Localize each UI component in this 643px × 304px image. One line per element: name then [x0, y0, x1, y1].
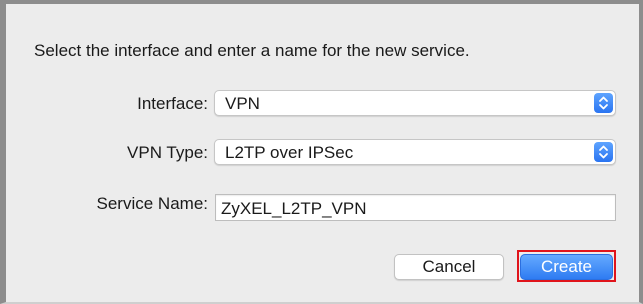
- vpn-type-label: VPN Type:: [127, 143, 208, 162]
- up-down-chevron-icon[interactable]: [594, 142, 613, 162]
- interface-label: Interface:: [137, 94, 208, 113]
- create-button[interactable]: Create: [520, 254, 613, 280]
- service-name-value: ZyXEL_L2TP_VPN: [221, 199, 367, 218]
- interface-value: VPN: [225, 94, 260, 113]
- cancel-button[interactable]: Cancel: [394, 254, 504, 280]
- up-down-chevron-icon[interactable]: [594, 93, 613, 113]
- service-name-label: Service Name:: [96, 194, 208, 213]
- interface-popup[interactable]: VPN: [214, 90, 616, 116]
- new-service-dialog: Select the interface and enter a name fo…: [0, 0, 643, 304]
- vpn-type-popup[interactable]: L2TP over IPSec: [214, 139, 616, 165]
- vpn-type-value: L2TP over IPSec: [225, 143, 354, 162]
- dialog-prompt: Select the interface and enter a name fo…: [34, 41, 470, 60]
- service-name-field[interactable]: ZyXEL_L2TP_VPN: [215, 194, 616, 221]
